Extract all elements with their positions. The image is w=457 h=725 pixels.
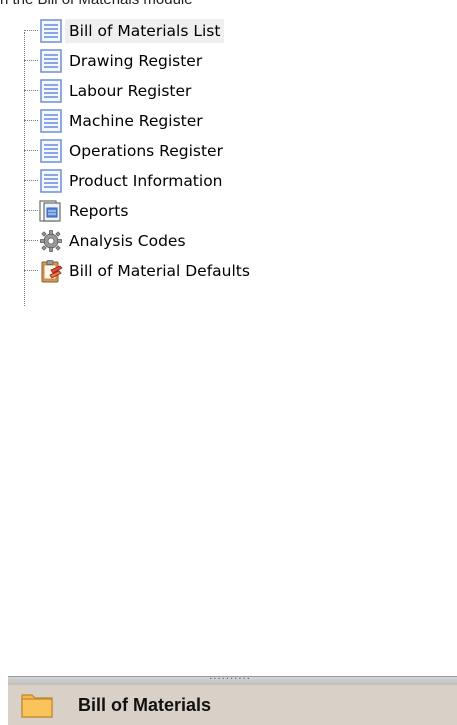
tree-branch <box>24 150 38 151</box>
list-document-icon <box>40 139 62 163</box>
tree-item-label: Labour Register <box>69 82 192 100</box>
folder-icon <box>21 694 53 718</box>
tree-branch <box>24 90 38 91</box>
gear-icon <box>40 230 62 252</box>
tree-item-reports[interactable]: Reports <box>24 196 444 226</box>
tree-branch <box>24 60 38 61</box>
caption-text: n the Bill of Materials module <box>0 0 457 9</box>
clipboard-defaults-icon <box>41 260 63 283</box>
list-document-icon <box>40 109 62 133</box>
tree-item-label: Reports <box>69 202 129 220</box>
tree-branch <box>24 180 38 181</box>
tree-branch <box>24 210 38 211</box>
tree-item-analysis-codes[interactable]: Analysis Codes <box>24 226 444 256</box>
tree-item-label: Product Information <box>69 172 223 190</box>
tree-item-labour-register[interactable]: Labour Register <box>24 76 444 106</box>
tree-item-label: Analysis Codes <box>69 232 186 250</box>
tree-item-bill-of-material-defaults[interactable]: Bill of Material Defaults <box>24 256 444 286</box>
tree-item-operations-register[interactable]: Operations Register <box>24 136 444 166</box>
tree-item-label: Operations Register <box>69 142 223 160</box>
tree-item-label: Bill of Materials List <box>65 19 225 43</box>
tree-branch <box>24 270 38 271</box>
tree-item-label: Machine Register <box>69 112 203 130</box>
module-tree: Bill of Materials List Drawing Register … <box>0 16 457 306</box>
splitter-grip[interactable]: ·········· <box>202 677 258 683</box>
tree-branch <box>24 120 38 121</box>
list-document-icon <box>40 49 62 73</box>
tree-item-machine-register[interactable]: Machine Register <box>24 106 444 136</box>
list-document-icon <box>40 19 62 43</box>
tree-branch <box>24 30 38 31</box>
module-label: Bill of Materials <box>78 695 212 715</box>
reports-icon <box>39 200 61 222</box>
tree-branch <box>24 240 38 241</box>
list-document-icon <box>40 169 62 193</box>
tree-item-label: Bill of Material Defaults <box>69 262 250 280</box>
tree-item-product-information[interactable]: Product Information <box>24 166 444 196</box>
tree-item-bill-of-materials-list[interactable]: Bill of Materials List <box>24 16 444 46</box>
list-document-icon <box>40 79 62 103</box>
tree-item-label: Drawing Register <box>69 52 203 70</box>
tree-item-drawing-register[interactable]: Drawing Register <box>24 46 444 76</box>
module-navigation-button[interactable]: Bill of Materials <box>8 684 457 725</box>
